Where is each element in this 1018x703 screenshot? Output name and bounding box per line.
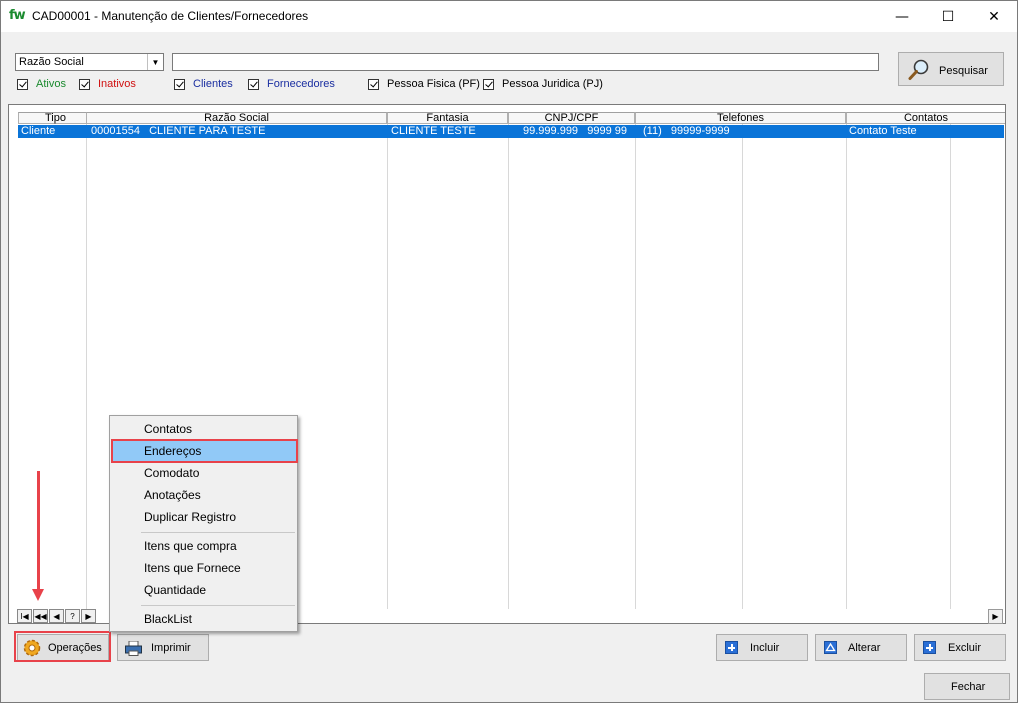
highlight-enderecos	[111, 439, 298, 463]
maximize-button[interactable]: ☐	[925, 1, 971, 32]
highlight-operacoes	[14, 631, 111, 662]
filter-clientes-checkbox[interactable]: Clientes	[174, 77, 233, 91]
checkbox-checked-icon	[174, 78, 185, 90]
menu-item-contatos[interactable]: Contatos	[111, 418, 296, 440]
excluir-label: Excluir	[948, 642, 982, 654]
column-header-fantasia[interactable]: Fantasia	[387, 112, 508, 124]
filter-fornecedores-checkbox[interactable]: Fornecedores	[248, 77, 335, 91]
close-button[interactable]: ✕	[971, 1, 1017, 32]
filter-clientes-label: Clientes	[193, 78, 233, 90]
imprimir-button[interactable]: Imprimir	[117, 634, 209, 661]
title-bar: fw CAD00001 - Manutenção de Clientes/For…	[1, 1, 1017, 32]
column-header-telefones[interactable]: Telefones	[635, 112, 846, 124]
fechar-button[interactable]: Fechar	[924, 673, 1010, 700]
menu-item-itens-que-compra[interactable]: Itens que compra	[111, 535, 296, 557]
scroll-right-arrow-icon[interactable]: ▶	[988, 609, 1003, 624]
edit-triangle-icon	[824, 641, 837, 654]
incluir-button[interactable]: Incluir	[716, 634, 808, 661]
filter-ativos-checkbox[interactable]: Ativos	[17, 77, 66, 91]
delete-icon	[923, 641, 936, 654]
chevron-down-icon[interactable]: ▼	[147, 54, 163, 70]
column-header-cnpj-cpf[interactable]: CNPJ/CPF	[508, 112, 635, 124]
menu-item-blacklist[interactable]: BlackList	[111, 608, 296, 630]
search-panel: Razão Social ▼ Pesquisar Ativos Inativos…	[1, 32, 1017, 102]
checkbox-checked-icon	[368, 78, 379, 90]
cell-telefone: (11) 99999-9999	[643, 125, 730, 137]
nav-first-button[interactable]: I◀	[17, 609, 32, 623]
nav-prior-button[interactable]: ◀	[49, 609, 64, 623]
column-divider	[635, 124, 636, 609]
column-divider	[387, 124, 388, 609]
menu-item-anotacoes[interactable]: Anotações	[111, 484, 296, 506]
incluir-label: Incluir	[750, 642, 780, 654]
column-divider	[742, 124, 743, 609]
record-navigator: I◀ ◀◀ ◀ ? ▶	[17, 609, 97, 623]
cell-fantasia: CLIENTE TESTE	[391, 125, 476, 137]
menu-item-quantidade[interactable]: Quantidade	[111, 579, 296, 601]
search-button[interactable]: Pesquisar	[898, 52, 1004, 86]
filter-pf-label: Pessoa Fisica (PF)	[387, 78, 480, 90]
column-header-tipo[interactable]: Tipo	[18, 112, 93, 124]
filter-inativos-checkbox[interactable]: Inativos	[79, 77, 136, 91]
search-field-select[interactable]: Razão Social ▼	[15, 53, 164, 71]
printer-icon	[125, 641, 142, 656]
column-divider	[950, 124, 951, 609]
nav-prior-page-button[interactable]: ◀◀	[33, 609, 48, 623]
menu-item-duplicar-registro[interactable]: Duplicar Registro	[111, 506, 296, 528]
annotation-arrow	[37, 471, 40, 593]
menu-item-comodato[interactable]: Comodato	[111, 462, 296, 484]
cell-contato: Contato Teste	[849, 125, 917, 137]
annotation-arrow-head-icon	[32, 589, 44, 601]
checkbox-checked-icon	[17, 78, 28, 90]
alterar-label: Alterar	[848, 642, 881, 654]
checkbox-checked-icon	[79, 78, 90, 90]
search-field-value: Razão Social	[19, 56, 84, 68]
excluir-button[interactable]: Excluir	[914, 634, 1006, 661]
operacoes-context-menu: Contatos Endereços Comodato Anotações Du…	[109, 415, 298, 632]
column-divider	[846, 124, 847, 609]
column-divider	[86, 124, 87, 609]
menu-separator	[141, 605, 295, 606]
filter-pj-checkbox[interactable]: Pessoa Juridica (PJ)	[483, 77, 603, 91]
column-divider	[508, 124, 509, 609]
filter-fornecedores-label: Fornecedores	[267, 78, 335, 90]
window-title: CAD00001 - Manutenção de Clientes/Fornec…	[32, 9, 309, 23]
nav-search-button[interactable]: ?	[65, 609, 80, 623]
checkbox-checked-icon	[483, 78, 494, 90]
cell-cnpj-cpf: 99.999.999 9999 99	[523, 125, 627, 137]
alterar-button[interactable]: Alterar	[815, 634, 907, 661]
cell-razao-social: 00001554 CLIENTE PARA TESTE	[91, 125, 266, 137]
column-header-razao-social[interactable]: Razão Social	[86, 112, 387, 124]
search-button-label: Pesquisar	[939, 65, 988, 77]
magnifier-icon	[908, 59, 929, 80]
filter-ativos-label: Ativos	[36, 78, 66, 90]
minimize-button[interactable]: —	[879, 1, 925, 32]
menu-item-itens-que-fornece[interactable]: Itens que Fornece	[111, 557, 296, 579]
filter-pj-label: Pessoa Juridica (PJ)	[502, 78, 603, 90]
menu-separator	[141, 532, 295, 533]
main-window: fw CAD00001 - Manutenção de Clientes/For…	[0, 0, 1018, 703]
search-input[interactable]	[172, 53, 879, 71]
nav-next-button[interactable]: ▶	[81, 609, 96, 623]
plus-icon	[725, 641, 738, 654]
app-logo-icon: fw	[9, 8, 26, 23]
checkbox-checked-icon	[248, 78, 259, 90]
filter-pf-checkbox[interactable]: Pessoa Fisica (PF)	[368, 77, 480, 91]
fechar-label: Fechar	[951, 681, 986, 693]
column-header-contatos[interactable]: Contatos	[846, 112, 1005, 124]
imprimir-label: Imprimir	[151, 642, 191, 654]
cell-tipo: Cliente	[21, 125, 56, 137]
filter-inativos-label: Inativos	[98, 78, 136, 90]
